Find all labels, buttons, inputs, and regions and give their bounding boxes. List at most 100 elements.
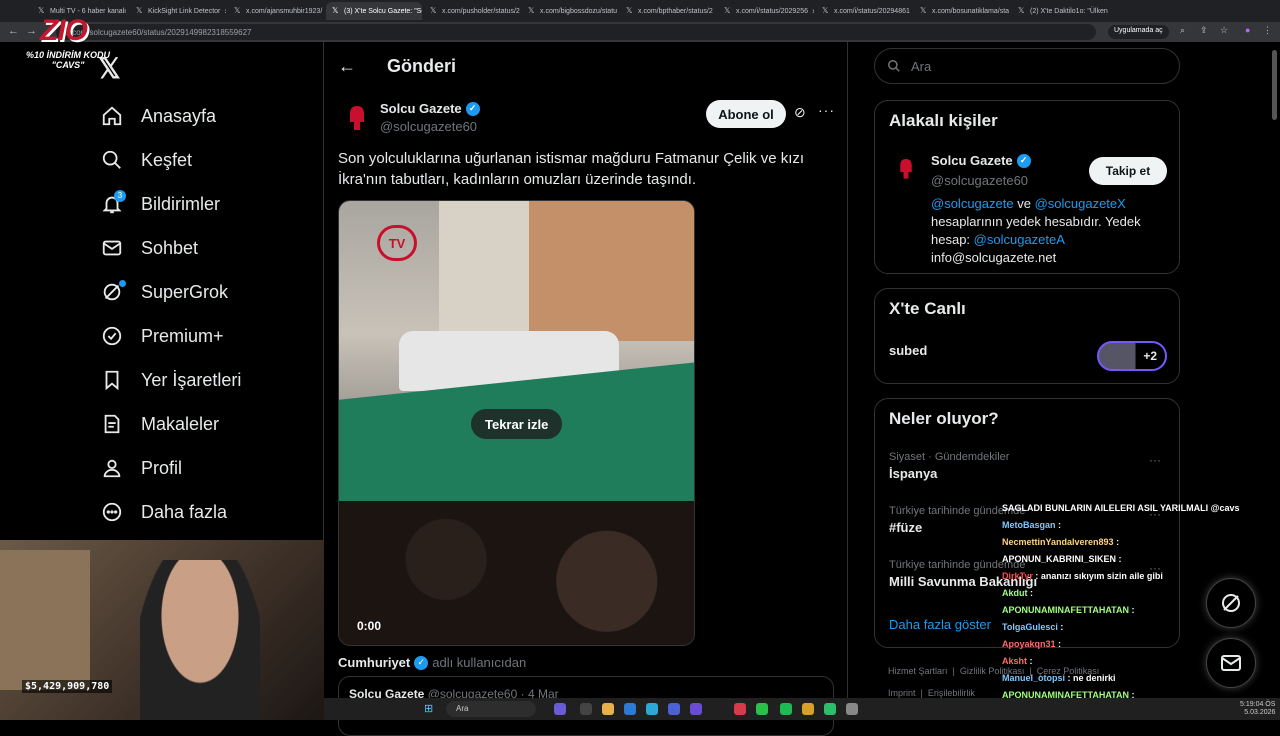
sidebar-item-home[interactable]: Anasayfa bbox=[100, 96, 216, 136]
trend-item[interactable]: Siyaset · Gündemdekiler İspanya bbox=[889, 451, 1009, 481]
spotify-icon[interactable] bbox=[780, 703, 792, 715]
back-arrow-icon[interactable]: ← bbox=[338, 56, 356, 77]
grok-fab-button[interactable] bbox=[1206, 578, 1256, 628]
replay-button[interactable]: Tekrar izle bbox=[471, 409, 562, 439]
search-input[interactable]: Ara bbox=[874, 48, 1180, 84]
browser-tab[interactable]: 𝕏x.com/ajansmuhbir1923/× bbox=[228, 2, 324, 20]
sidebar-item-articles[interactable]: Makaleler bbox=[100, 404, 219, 444]
sidebar-item-chat[interactable]: Sohbet bbox=[100, 228, 198, 268]
show-more-link[interactable]: Daha fazla göster bbox=[889, 617, 991, 632]
tab-favicon-icon: 𝕏 bbox=[920, 7, 928, 15]
browser-tab[interactable]: 𝕏x.com/bpthaber/status/2× bbox=[620, 2, 716, 20]
avatar[interactable] bbox=[889, 151, 923, 185]
author-handle[interactable]: @solcugazete60 bbox=[380, 119, 477, 134]
forward-nav-icon[interactable]: → bbox=[26, 25, 37, 37]
main-column: ← Gönderi Solcu Gazete ✓ @solcugazete60 … bbox=[324, 42, 848, 720]
grok-icon[interactable]: ⊘ bbox=[794, 104, 806, 121]
verified-icon: ✓ bbox=[1017, 154, 1031, 168]
sidebar-item-more[interactable]: Daha fazla bbox=[100, 492, 227, 532]
open-in-app-button[interactable]: Uygulamada aç bbox=[1108, 25, 1169, 39]
follow-button[interactable]: Takip et bbox=[1089, 157, 1167, 185]
sidebar-item-label: Profil bbox=[141, 458, 182, 479]
mention-link[interactable]: @solcugazeteX bbox=[1035, 196, 1126, 211]
chat-separator: : bbox=[1129, 605, 1135, 615]
close-tab-icon[interactable]: × bbox=[808, 7, 814, 16]
related-name[interactable]: Solcu Gazete ✓ bbox=[931, 153, 1031, 168]
browser-tab[interactable]: 𝕏x.com/i/status/2029256× bbox=[718, 2, 814, 20]
close-tab-icon[interactable]: × bbox=[1009, 7, 1010, 16]
zoom-icon[interactable]: ⌕ bbox=[1180, 25, 1185, 36]
close-tab-icon[interactable]: × bbox=[220, 7, 226, 16]
app-icon[interactable] bbox=[734, 703, 746, 715]
browser-tab[interactable]: 𝕏x.com/pusholder/status/2× bbox=[424, 2, 520, 20]
app-icon[interactable] bbox=[580, 703, 592, 715]
browser-tab[interactable]: 𝕏x.com/bosunatiklama/sta× bbox=[914, 2, 1010, 20]
quoted-by-name[interactable]: Cumhuriyet bbox=[338, 655, 410, 670]
star-icon[interactable]: ☆ bbox=[1220, 25, 1228, 36]
chat-message: SAGLADI BUNLARIN AILELERI ASIL YARILMALI… bbox=[1002, 500, 1272, 517]
app-icon[interactable] bbox=[756, 703, 768, 715]
app-icon[interactable] bbox=[690, 703, 702, 715]
edge-icon[interactable] bbox=[646, 703, 658, 715]
browser-tab[interactable]: 𝕏x.com/i/status/20294861× bbox=[816, 2, 912, 20]
windows-start-icon[interactable]: ⊞ bbox=[424, 702, 433, 715]
url-field[interactable]: x.com/solcugazete60/status/2029149982318… bbox=[56, 24, 1096, 40]
author-name[interactable]: Solcu Gazete ✓ bbox=[380, 101, 480, 116]
subscribe-button[interactable]: Abone ol bbox=[706, 100, 786, 128]
app-icon[interactable] bbox=[846, 703, 858, 715]
messages-fab-button[interactable] bbox=[1206, 638, 1256, 688]
taskbar-search[interactable]: Ara bbox=[446, 701, 536, 717]
taskbar-clock[interactable]: 5:19:04 ÖS 5.03.2026 bbox=[1240, 701, 1275, 717]
close-tab-icon[interactable]: × bbox=[126, 7, 128, 16]
tab-favicon-icon: 𝕏 bbox=[234, 7, 242, 15]
tab-label: x.com/bosunatiklama/sta bbox=[932, 8, 1009, 15]
scrollbar[interactable] bbox=[1272, 50, 1277, 120]
footer-link[interactable]: Imprint bbox=[888, 688, 916, 698]
close-tab-icon[interactable]: × bbox=[713, 7, 716, 16]
video-player[interactable]: TV Tekrar izle 0:00 bbox=[338, 200, 695, 646]
footer-link[interactable]: Hizmet Şartları bbox=[888, 666, 948, 676]
browser-tab[interactable]: 𝕏(3) X'te Solcu Gazete: "So× bbox=[326, 2, 422, 20]
live-avatars[interactable]: +2 bbox=[1097, 341, 1167, 371]
browser-tab[interactable]: 𝕏KickSight Link Detector× bbox=[130, 2, 226, 20]
profile-icon[interactable]: ● bbox=[1245, 25, 1250, 35]
more-options-icon[interactable]: ··· bbox=[1149, 453, 1161, 467]
app-icon[interactable] bbox=[668, 703, 680, 715]
money-counter: $5,429,909,780 bbox=[22, 680, 112, 693]
share-icon[interactable]: ⇪ bbox=[1200, 25, 1208, 36]
footer-link[interactable]: Erişilebilirlik bbox=[928, 688, 975, 698]
sidebar-item-supergrok[interactable]: SuperGrok bbox=[100, 272, 228, 312]
tab-label: (3) X'te Solcu Gazete: "So bbox=[344, 8, 422, 15]
browser-icon[interactable] bbox=[624, 703, 636, 715]
mention-link[interactable]: @solcugazete bbox=[931, 196, 1014, 211]
close-tab-icon[interactable]: × bbox=[910, 7, 912, 16]
close-tab-icon[interactable]: × bbox=[617, 7, 618, 16]
app-icon[interactable] bbox=[824, 703, 836, 715]
more-options-icon[interactable]: ··· bbox=[818, 102, 835, 118]
app-icon[interactable] bbox=[802, 703, 814, 715]
sidebar-item-notifications[interactable]: 3 Bildirimler bbox=[100, 184, 220, 224]
sidebar-item-bookmarks[interactable]: Yer İşaretleri bbox=[100, 360, 241, 400]
mail-icon bbox=[100, 236, 124, 260]
menu-icon[interactable]: ⋮ bbox=[1263, 25, 1272, 36]
browser-tab-bar: 𝕏Multi TV - 6 haber kanalı×𝕏KickSight Li… bbox=[0, 0, 1280, 22]
folder-icon[interactable] bbox=[602, 703, 614, 715]
sidebar-item-explore[interactable]: Keşfet bbox=[100, 140, 192, 180]
verified-icon: ✓ bbox=[414, 656, 428, 670]
sidebar-item-premium[interactable]: Premium+ bbox=[100, 316, 224, 356]
footer-links: Imprint | Erişilebilirlik bbox=[888, 688, 975, 698]
post-text: Son yolculuklarına uğurlanan istismar ma… bbox=[338, 148, 818, 190]
close-tab-icon[interactable]: × bbox=[322, 7, 324, 16]
chat-separator: : bbox=[1056, 639, 1062, 649]
back-nav-icon[interactable]: ← bbox=[8, 25, 19, 37]
browser-tab[interactable]: 𝕏(2) X'te Daktilo1o: "Ülken× bbox=[1012, 2, 1108, 20]
avatar[interactable] bbox=[338, 98, 376, 136]
app-icon[interactable] bbox=[554, 703, 566, 715]
stream-logo: ZIO bbox=[40, 14, 87, 48]
live-name[interactable]: subed bbox=[889, 343, 927, 358]
promo-code: %10 İNDİRİM KODU "CAVS" bbox=[26, 50, 110, 70]
sidebar-item-profile[interactable]: Profil bbox=[100, 448, 182, 488]
mention-link[interactable]: @solcugazeteA bbox=[974, 232, 1065, 247]
tab-favicon-icon: 𝕏 bbox=[724, 7, 732, 15]
browser-tab[interactable]: 𝕏x.com/bigbossdozu/statu× bbox=[522, 2, 618, 20]
